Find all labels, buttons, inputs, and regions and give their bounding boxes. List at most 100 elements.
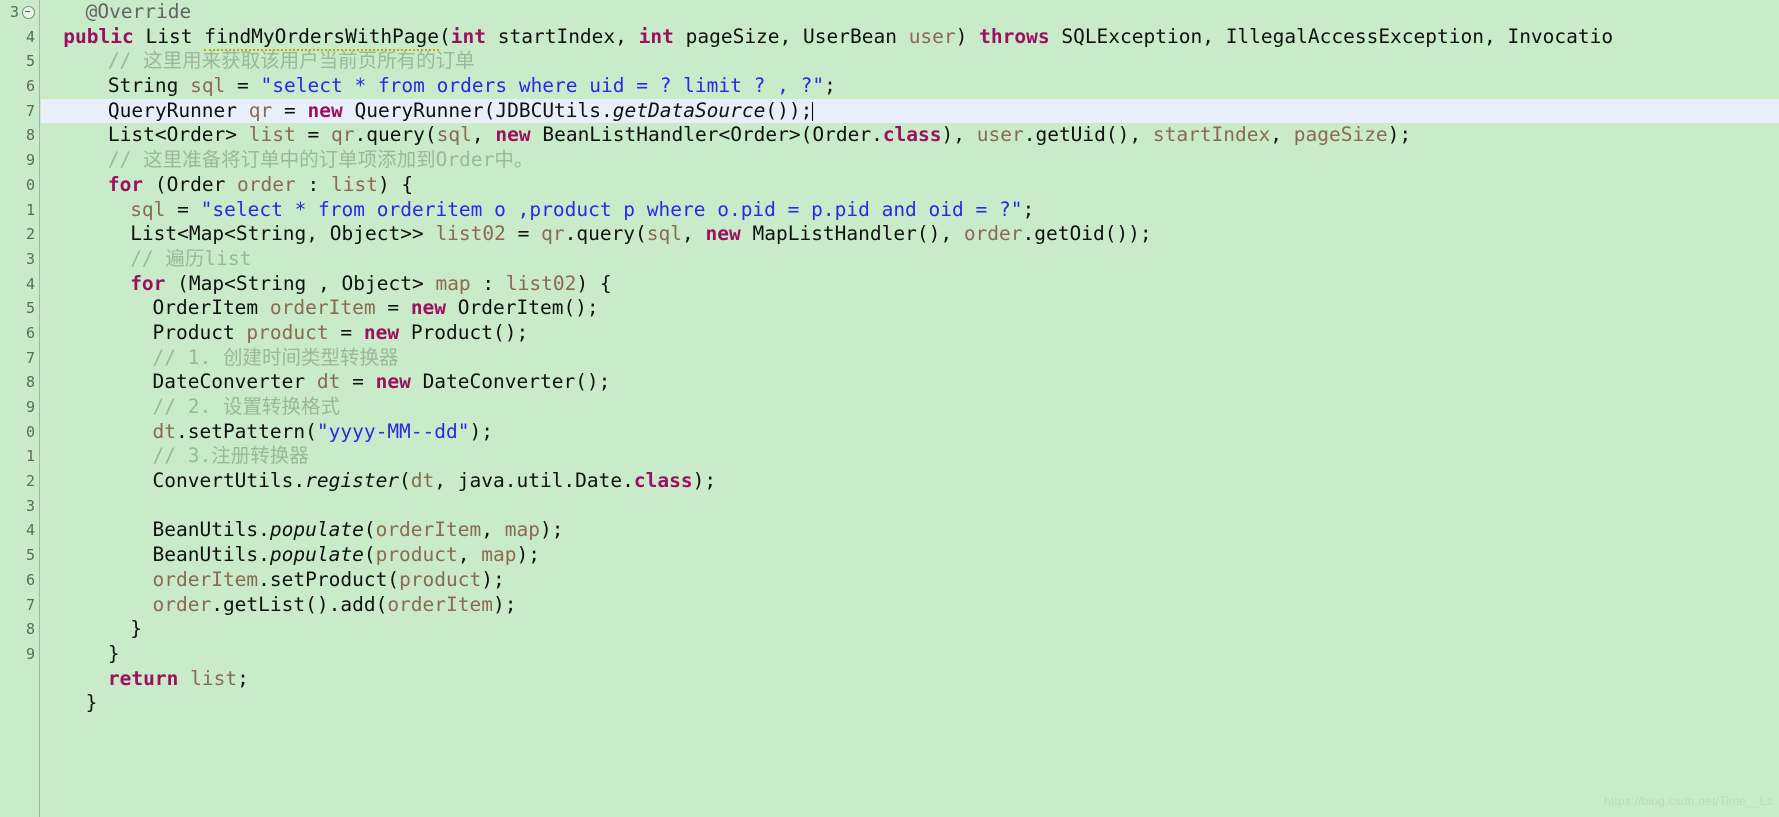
code-line[interactable]: } <box>41 691 1779 716</box>
code-token: = <box>225 74 261 98</box>
line-number-label: 5 <box>25 546 35 565</box>
code-token: list <box>248 123 296 147</box>
code-token: orderItem <box>387 592 493 616</box>
code-token: SQLException, IllegalAccessException, In… <box>1049 24 1614 48</box>
line-number[interactable]: 2 <box>0 469 39 494</box>
code-line[interactable]: order.getList().add(orderItem); <box>41 593 1779 618</box>
code-token: BeanListHandler<Order>(Order. <box>530 123 883 147</box>
code-token: = <box>272 98 308 122</box>
code-line[interactable]: // 遍历list <box>41 247 1779 272</box>
line-number[interactable]: 7 <box>0 346 39 371</box>
code-token: , <box>457 543 482 567</box>
code-token: new <box>410 296 447 320</box>
code-token: qr <box>248 98 273 122</box>
code-token: ); <box>481 567 505 591</box>
code-token: list <box>330 172 378 196</box>
line-number-label: 3 <box>25 496 35 515</box>
line-number[interactable]: 1 <box>0 444 39 469</box>
line-number[interactable]: 5 <box>0 49 39 74</box>
line-number[interactable]: 3 <box>0 494 39 519</box>
code-token: new <box>363 320 400 344</box>
line-number-label: 3 <box>9 3 19 21</box>
code-token: dt <box>316 370 341 394</box>
line-number[interactable]: 6 <box>0 321 39 346</box>
code-token: DateConverter <box>152 370 317 394</box>
line-number-gutter[interactable]: 345678901234567890123456789 <box>0 0 40 817</box>
line-number-label: 0 <box>25 175 35 194</box>
code-line[interactable]: } <box>41 617 1779 642</box>
code-line[interactable]: // 1. 创建时间类型转换器 <box>41 346 1779 371</box>
code-token: , java.util.Date. <box>434 469 634 493</box>
code-token: int <box>450 24 487 48</box>
line-number[interactable]: 9 <box>0 395 39 420</box>
line-number[interactable]: 6 <box>0 74 39 99</box>
collapse-circle-icon[interactable] <box>22 6 35 19</box>
code-token: startIndex <box>1152 123 1271 147</box>
code-line[interactable]: } <box>41 642 1779 667</box>
line-number-label: 6 <box>25 570 35 589</box>
code-content-area[interactable]: @Override public List findMyOrdersWithPag… <box>41 0 1779 817</box>
line-number[interactable]: 6 <box>0 568 39 593</box>
code-token: List<Order> <box>107 123 249 147</box>
code-editor[interactable]: 345678901234567890123456789 @Override pub… <box>0 0 1779 817</box>
line-number-label: 4 <box>25 27 35 46</box>
code-token: new <box>375 370 411 394</box>
code-token: = <box>340 370 376 394</box>
line-number-label: 2 <box>25 225 35 244</box>
code-token: sql <box>130 197 166 221</box>
code-line[interactable]: return list; <box>41 667 1779 692</box>
code-token: findMyOrdersWithPage <box>204 24 440 51</box>
code-line[interactable]: // 这里准备将订单中的订单项添加到Order中。 <box>41 148 1779 173</box>
code-line[interactable]: List<Map<String, Object>> list02 = qr.qu… <box>41 222 1779 247</box>
code-line[interactable]: // 这里用来获取该用户当前页所有的订单 <box>41 49 1779 74</box>
line-number[interactable]: 4 <box>0 25 39 50</box>
code-line[interactable]: for (Map<String , Object> map : list02) … <box>41 272 1779 297</box>
code-token: List <box>145 24 193 48</box>
line-number[interactable]: 1 <box>0 198 39 223</box>
line-number[interactable]: 9 <box>0 148 39 173</box>
code-token: 遍历list <box>165 246 252 270</box>
line-number[interactable]: 0 <box>0 173 39 198</box>
code-token: dt <box>152 419 176 443</box>
line-number[interactable]: 4 <box>0 518 39 543</box>
line-number[interactable]: 5 <box>0 296 39 321</box>
code-line[interactable]: public List findMyOrdersWithPage(int sta… <box>41 24 1779 51</box>
code-line[interactable]: sql = "select * from orderitem o ,produc… <box>41 198 1779 223</box>
code-line[interactable]: BeanUtils.populate(product, map); <box>41 543 1779 568</box>
code-line[interactable]: OrderItem orderItem = new OrderItem(); <box>41 296 1779 321</box>
line-number[interactable]: 3 <box>0 0 39 25</box>
code-line[interactable]: QueryRunner qr = new QueryRunner(JDBCUti… <box>41 98 1779 124</box>
code-line[interactable]: String sql = "select * from orders where… <box>41 74 1779 99</box>
code-line[interactable]: dt.setPattern("yyyy-MM--dd"); <box>41 420 1779 445</box>
code-line[interactable]: Product product = new Product(); <box>41 321 1779 346</box>
line-number[interactable]: 8 <box>0 370 39 395</box>
line-number[interactable]: 3 <box>0 247 39 272</box>
line-number[interactable]: 7 <box>0 99 39 124</box>
code-line[interactable]: DateConverter dt = new DateConverter(); <box>41 370 1779 395</box>
line-number[interactable]: 5 <box>0 543 39 568</box>
code-line[interactable]: ConvertUtils.register(dt, java.util.Date… <box>41 469 1779 494</box>
code-line[interactable]: // 3.注册转换器 <box>41 444 1779 469</box>
line-number[interactable]: 8 <box>0 617 39 642</box>
line-number[interactable]: 8 <box>0 123 39 148</box>
code-token: 创建时间类型转换器 <box>222 345 399 369</box>
line-number[interactable]: 7 <box>0 593 39 618</box>
code-line[interactable]: @Override <box>41 0 1779 25</box>
code-line[interactable]: orderItem.setProduct(product); <box>41 568 1779 593</box>
code-token: @Override <box>85 0 192 23</box>
code-line[interactable]: BeanUtils.populate(orderItem, map); <box>41 518 1779 543</box>
code-line[interactable]: List<Order> list = qr.query(sql, new Bea… <box>41 123 1779 148</box>
line-number[interactable]: 0 <box>0 420 39 445</box>
code-token: // 2. <box>152 395 223 418</box>
code-line[interactable] <box>41 494 1779 519</box>
code-line[interactable]: for (Order order : list) { <box>41 173 1779 198</box>
line-number[interactable]: 4 <box>0 272 39 297</box>
code-token: populate <box>269 543 364 567</box>
line-number[interactable]: 9 <box>0 642 39 667</box>
code-line[interactable]: // 2. 设置转换格式 <box>41 395 1779 420</box>
code-token: pageSize <box>1293 123 1388 147</box>
line-number[interactable]: 2 <box>0 222 39 247</box>
code-token: new <box>307 98 343 122</box>
code-token: // 3. <box>152 444 212 468</box>
